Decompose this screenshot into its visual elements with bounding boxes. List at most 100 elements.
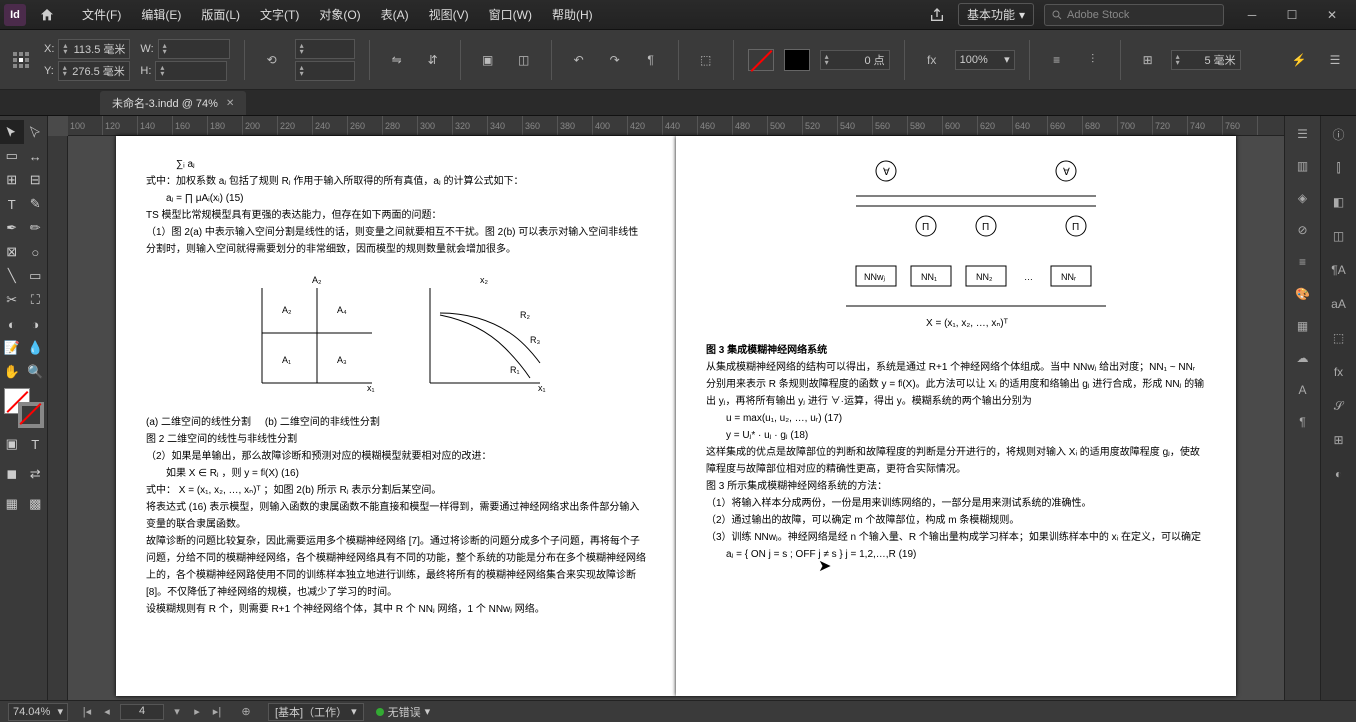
- cc-libraries-icon[interactable]: ☁: [1293, 348, 1313, 368]
- prev-page-icon[interactable]: ◂: [100, 705, 114, 718]
- properties-panel-icon[interactable]: ☰: [1293, 124, 1313, 144]
- flip-v-icon[interactable]: ⇵: [420, 47, 446, 73]
- page-navigator[interactable]: |◂ ◂ 4 ▾ ▸ ▸|: [80, 704, 224, 720]
- workspace-switcher[interactable]: 基本功能▾: [958, 3, 1034, 26]
- x-input[interactable]: ▴▾113.5 毫米: [58, 39, 130, 59]
- zoom-tool[interactable]: 🔍: [24, 360, 48, 384]
- formatting-container-icon[interactable]: ▣: [0, 432, 24, 456]
- line-tool[interactable]: ╲: [0, 264, 24, 288]
- stroke-panel-icon[interactable]: ≡: [1293, 252, 1313, 272]
- control-menu-icon[interactable]: ☰: [1322, 47, 1348, 73]
- align-icon[interactable]: ≡: [1044, 47, 1070, 73]
- select-content-icon[interactable]: ◫: [511, 47, 537, 73]
- layer-dropdown[interactable]: [基本]（工作）▾: [268, 703, 364, 721]
- gradient-tool[interactable]: ◐: [0, 312, 24, 336]
- horizontal-ruler[interactable]: 1001201401601802002202402602803003203403…: [68, 116, 1284, 136]
- align-panel-icon[interactable]: ⫿: [1329, 158, 1349, 178]
- formatting-text-icon[interactable]: T: [24, 432, 48, 456]
- menu-file[interactable]: 文件(F): [72, 0, 131, 30]
- pages-panel-icon[interactable]: ▥: [1293, 156, 1313, 176]
- menu-help[interactable]: 帮助(H): [542, 0, 603, 30]
- open-nav-icon[interactable]: ⊕: [236, 702, 256, 722]
- type-tool[interactable]: T: [0, 192, 24, 216]
- scale-y-input[interactable]: ▴▾: [295, 61, 355, 81]
- distribute-icon[interactable]: ⫶: [1080, 47, 1106, 73]
- rotate-icon[interactable]: ⟲: [259, 47, 285, 73]
- rectangle-frame-tool[interactable]: ⊠: [0, 240, 24, 264]
- direct-selection-tool[interactable]: [24, 120, 48, 144]
- frame-fitting-icon[interactable]: ⊞: [1135, 47, 1161, 73]
- gradient-panel-icon[interactable]: ◐: [1329, 464, 1349, 484]
- menu-type[interactable]: 文字(T): [250, 0, 309, 30]
- window-minimize[interactable]: ─: [1232, 1, 1272, 29]
- reference-point[interactable]: [8, 47, 34, 73]
- quick-apply-icon[interactable]: ⚡: [1286, 47, 1312, 73]
- character-panel-icon[interactable]: A: [1293, 380, 1313, 400]
- page-number-field[interactable]: 4: [120, 704, 164, 720]
- paragraph-panel-icon[interactable]: ¶: [1293, 412, 1313, 432]
- color-panel-icon[interactable]: 🎨: [1293, 284, 1313, 304]
- preview-mode-icon[interactable]: ▩: [24, 492, 48, 516]
- menu-table[interactable]: 表(A): [371, 0, 419, 30]
- table-panel-icon[interactable]: ⊞: [1329, 430, 1349, 450]
- last-page-icon[interactable]: ▸|: [210, 705, 224, 718]
- y-input[interactable]: ▴▾276.5 毫米: [58, 61, 130, 81]
- stroke-swatch[interactable]: [784, 49, 810, 71]
- free-transform-tool[interactable]: ⛶: [24, 288, 48, 312]
- content-placer-tool[interactable]: ⊟: [24, 168, 48, 192]
- zoom-dropdown[interactable]: 74.04%▾: [8, 703, 68, 721]
- h-input[interactable]: ▴▾: [155, 61, 227, 81]
- content-collector-tool[interactable]: ⊞: [0, 168, 24, 192]
- close-icon[interactable]: ✕: [226, 98, 234, 109]
- redo-icon[interactable]: ↷: [602, 47, 628, 73]
- flip-h-icon[interactable]: ⇋: [384, 47, 410, 73]
- eyedropper-tool[interactable]: 💧: [24, 336, 48, 360]
- character-styles-icon[interactable]: aA: [1329, 294, 1349, 314]
- paragraph-styles-icon[interactable]: ¶A: [1329, 260, 1349, 280]
- margin-input[interactable]: ▴▾5 毫米: [1171, 50, 1241, 70]
- selection-tool[interactable]: [0, 120, 24, 144]
- glyphs-panel-icon[interactable]: 𝒮: [1329, 396, 1349, 416]
- menu-object[interactable]: 对象(O): [309, 0, 370, 30]
- layers-panel-icon[interactable]: ◈: [1293, 188, 1313, 208]
- menu-layout[interactable]: 版面(L): [191, 0, 250, 30]
- hand-tool[interactable]: ✋: [0, 360, 24, 384]
- text-wrap-icon[interactable]: ⬚: [693, 47, 719, 73]
- document-tab[interactable]: 未命名-3.indd @ 74% ✕: [100, 91, 246, 115]
- swap-colors-icon[interactable]: ⇄: [24, 462, 48, 486]
- links-panel-icon[interactable]: ⊘: [1293, 220, 1313, 240]
- window-maximize[interactable]: ☐: [1272, 1, 1312, 29]
- fill-stroke-swatch[interactable]: [4, 388, 44, 428]
- stroke-weight-input[interactable]: ▴▾0 点: [820, 50, 890, 70]
- scale-x-input[interactable]: ▴▾: [295, 39, 355, 59]
- default-colors-icon[interactable]: ◼: [0, 462, 24, 486]
- stock-search[interactable]: Adobe Stock: [1044, 4, 1224, 26]
- scissors-tool[interactable]: ✂: [0, 288, 24, 312]
- pencil-tool[interactable]: ✏: [24, 216, 48, 240]
- type-on-path-tool[interactable]: ✎: [24, 192, 48, 216]
- text-wrap-panel-icon[interactable]: ◫: [1329, 226, 1349, 246]
- pen-tool[interactable]: ✒: [0, 216, 24, 240]
- screen-mode-icon[interactable]: ▦: [0, 492, 24, 516]
- menu-view[interactable]: 视图(V): [419, 0, 479, 30]
- swatches-panel-icon[interactable]: ▦: [1293, 316, 1313, 336]
- gradient-feather-tool[interactable]: ◑: [24, 312, 48, 336]
- info-panel-icon[interactable]: ⓘ: [1329, 124, 1349, 144]
- vertical-ruler[interactable]: [48, 136, 68, 700]
- select-container-icon[interactable]: ▣: [475, 47, 501, 73]
- fill-swatch[interactable]: [748, 49, 774, 71]
- home-icon[interactable]: [34, 2, 60, 28]
- preflight-status[interactable]: 无错误▾: [376, 704, 431, 720]
- first-page-icon[interactable]: |◂: [80, 705, 94, 718]
- window-close[interactable]: ✕: [1312, 1, 1352, 29]
- page-tool[interactable]: ▭: [0, 144, 24, 168]
- canvas[interactable]: 1001201401601802002202402602803003203403…: [48, 116, 1284, 700]
- menu-window[interactable]: 窗口(W): [479, 0, 542, 30]
- effects-icon[interactable]: fx: [919, 47, 945, 73]
- effects-panel-icon[interactable]: fx: [1329, 362, 1349, 382]
- zoom-input[interactable]: 100%▾: [955, 50, 1015, 70]
- w-input[interactable]: ▴▾: [158, 39, 230, 59]
- undo-icon[interactable]: ↶: [566, 47, 592, 73]
- share-icon[interactable]: [926, 4, 948, 26]
- gap-tool[interactable]: ↔: [24, 144, 48, 168]
